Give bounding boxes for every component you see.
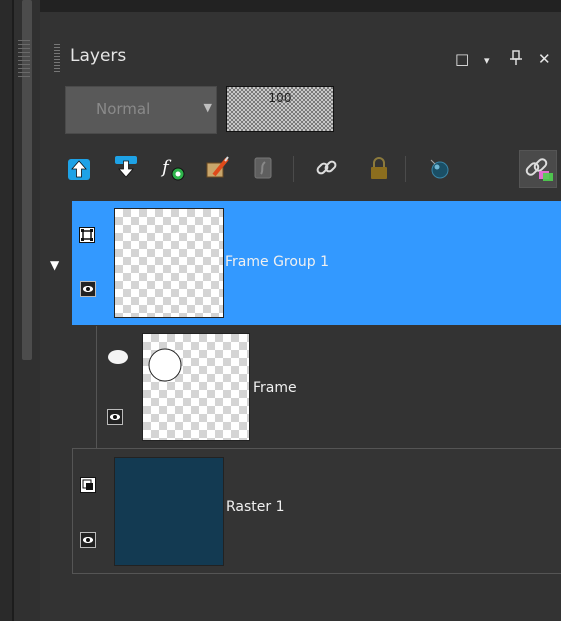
panel-title: Layers: [70, 46, 127, 66]
opacity-field[interactable]: 100: [226, 86, 334, 132]
dock-grip[interactable]: [18, 40, 30, 80]
panel-top-edge: [40, 0, 561, 12]
eye-visibility-icon[interactable]: [80, 532, 96, 548]
move-layer-down-button[interactable]: [114, 155, 140, 181]
edit-brush-icon: [206, 156, 229, 178]
group-layer-icon: [79, 227, 95, 243]
layer-name: Raster 1: [226, 499, 285, 515]
layer-thumbnail: [114, 208, 224, 318]
left-dock-strip: [0, 0, 40, 621]
fx-effects-icon: f: [160, 157, 185, 181]
link-color-icon: [525, 158, 553, 181]
blend-mode-value: Normal: [96, 100, 151, 118]
maximize-button[interactable]: □: [455, 50, 469, 68]
opacity-value: 100: [268, 91, 292, 105]
circle-mask-icon: [430, 159, 449, 179]
chevron-down-icon: ▼: [203, 101, 212, 114]
move-layer-down-icon: [115, 156, 137, 178]
eye-visibility-icon[interactable]: [80, 281, 96, 297]
raster-layer-icon: [80, 477, 96, 493]
eye-visibility-icon[interactable]: [107, 409, 123, 425]
pin-icon: [510, 50, 522, 65]
toolbar-separator: [293, 156, 294, 182]
lock-icon: [371, 157, 387, 179]
pin-button[interactable]: [509, 50, 523, 70]
script-icon: [254, 157, 272, 179]
layer-effects-button[interactable]: f: [160, 155, 186, 181]
dropdown-button[interactable]: ▾: [484, 54, 490, 67]
move-layer-up-icon: [68, 159, 90, 180]
expand-chevron-icon[interactable]: ▼: [50, 258, 59, 272]
move-layer-up-button[interactable]: [67, 155, 93, 181]
layer-thumbnail: [142, 333, 250, 441]
blend-mode-dropdown[interactable]: Normal ▼: [65, 86, 217, 134]
mask-button[interactable]: [426, 155, 452, 181]
svg-text:f: f: [160, 157, 172, 178]
layer-thumbnail: [114, 457, 224, 566]
link-color-button[interactable]: [519, 150, 557, 188]
dock-band: [0, 0, 12, 621]
lock-layer-button[interactable]: [367, 155, 393, 181]
link-layers-button[interactable]: [314, 155, 340, 181]
frame-layer-icon: [108, 350, 128, 364]
edit-layer-button[interactable]: [205, 155, 231, 181]
dock-divider: [12, 0, 14, 621]
link-icon: [316, 160, 337, 175]
layer-name: Frame Group 1: [225, 254, 330, 270]
script-button[interactable]: [252, 155, 278, 181]
toolbar-separator: [405, 156, 406, 182]
titlebar-grip[interactable]: [54, 44, 60, 74]
close-button[interactable]: ✕: [538, 50, 551, 68]
layer-name: Frame: [253, 380, 297, 396]
